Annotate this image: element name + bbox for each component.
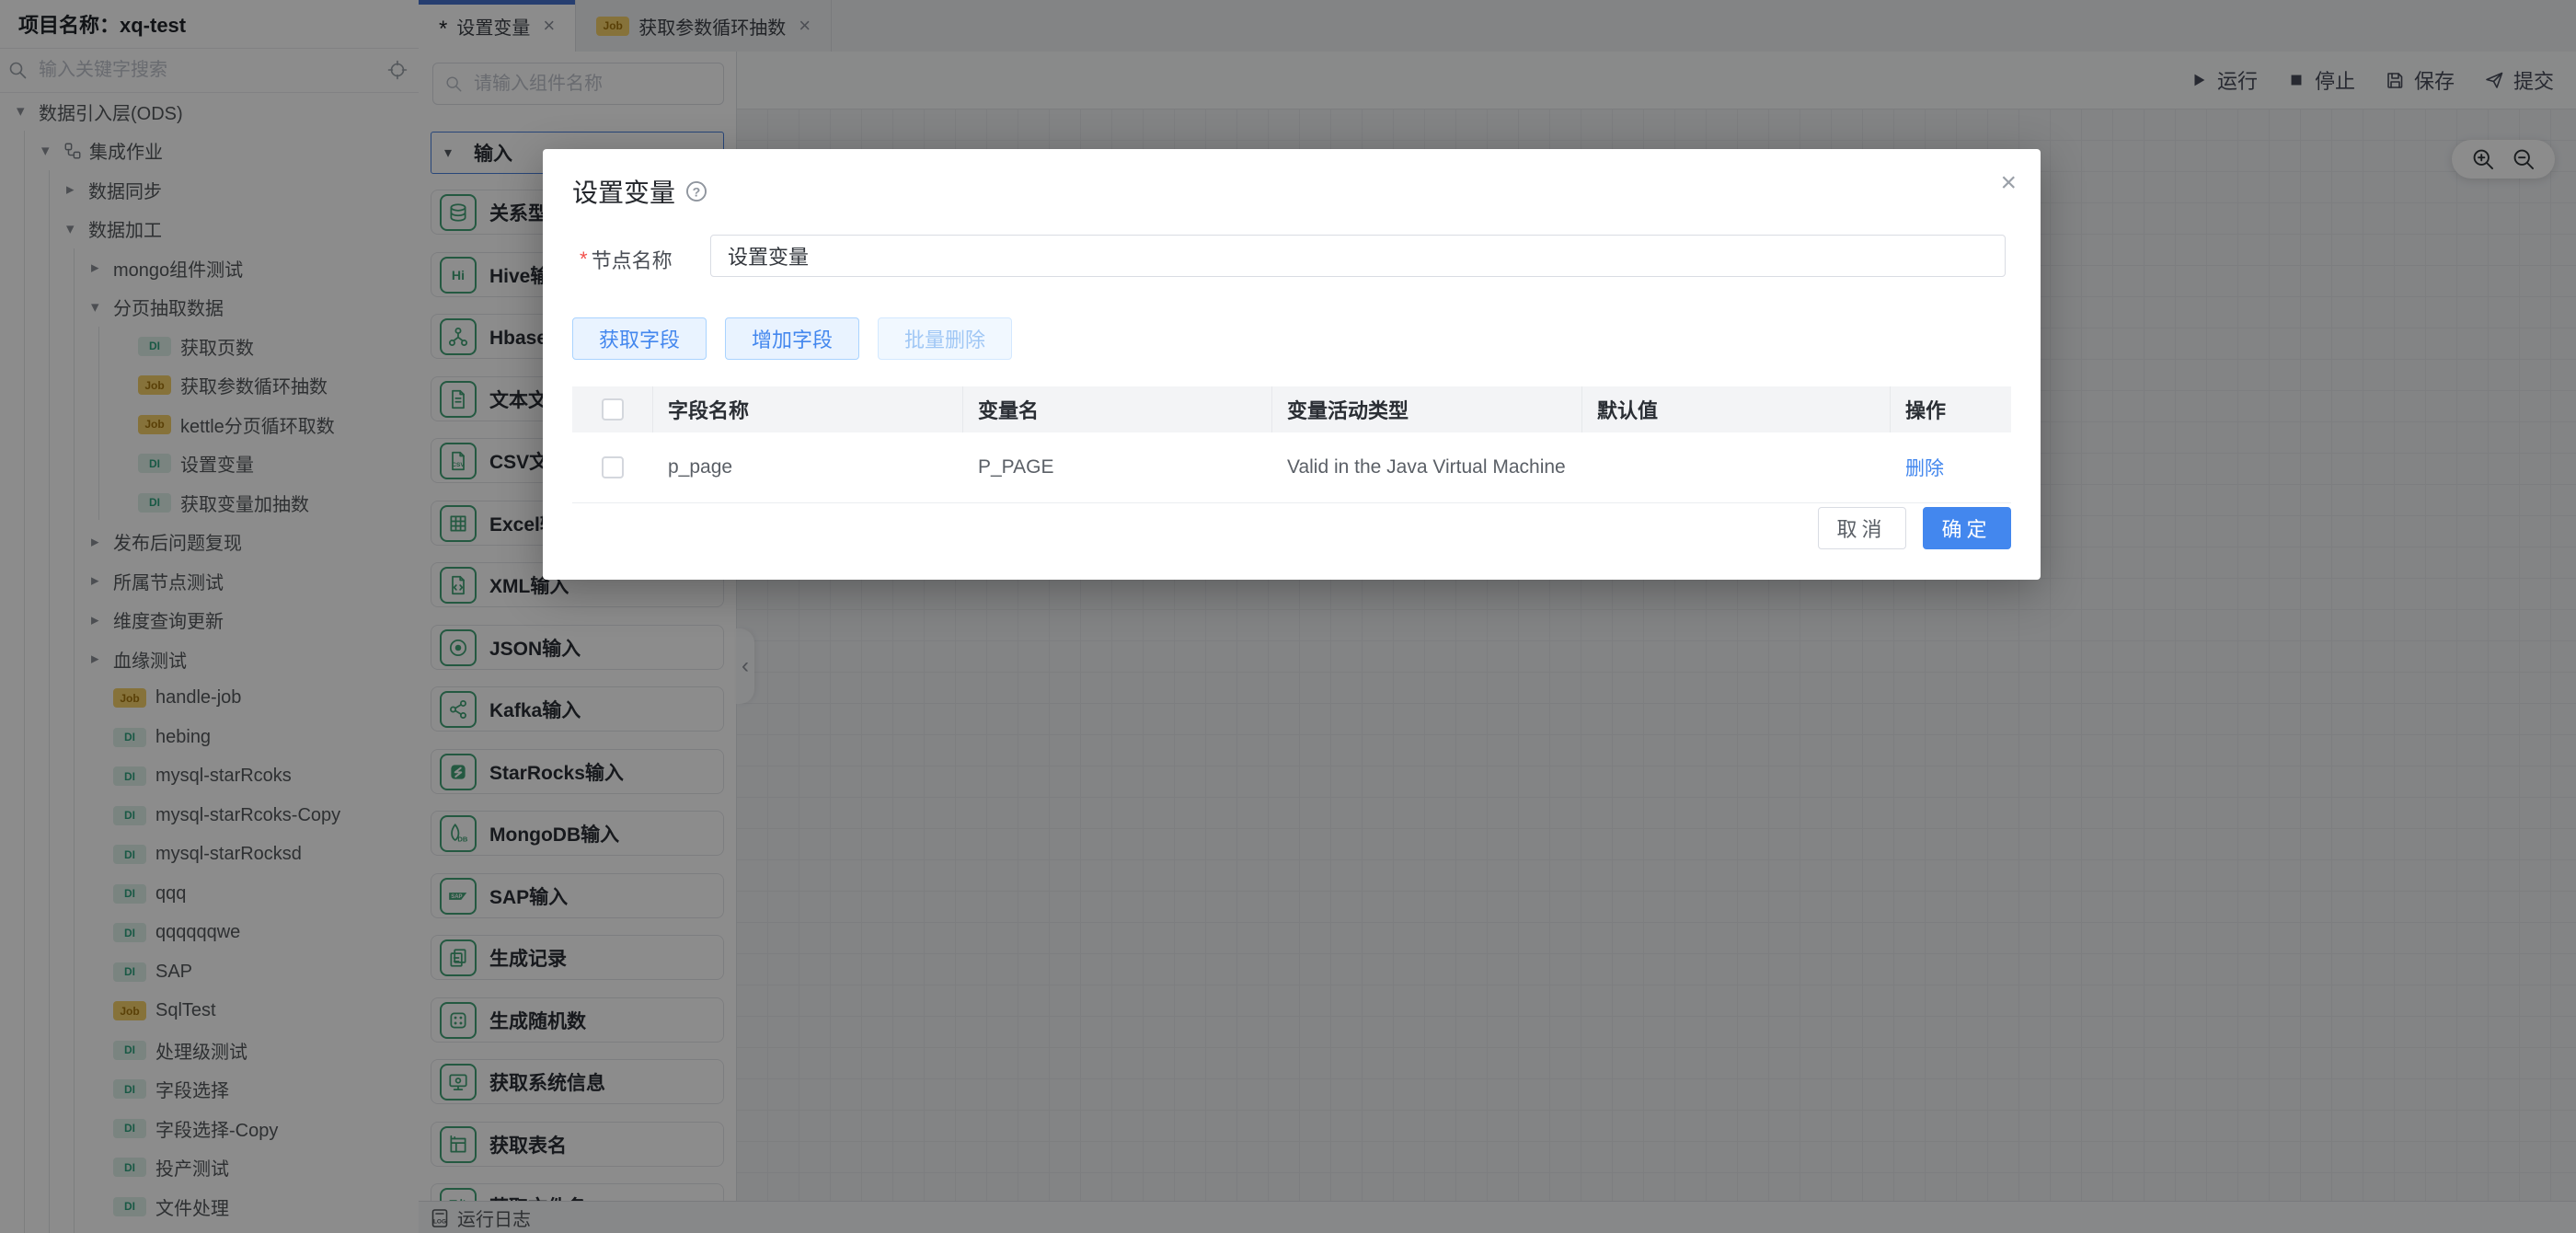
dialog-action-buttons: 获取字段增加字段批量删除 xyxy=(572,317,1012,360)
cell-variable-scope: Valid in the Java Virtual Machine xyxy=(1272,432,1582,502)
node-name-input[interactable] xyxy=(710,235,2006,277)
col-variable-scope: 变量活动类型 xyxy=(1272,386,1582,432)
cancel-button[interactable]: 取消 xyxy=(1818,507,1906,549)
col-default-value: 默认值 xyxy=(1582,386,1891,432)
required-asterisk: * xyxy=(580,248,588,271)
delete-row-link[interactable]: 删除 xyxy=(1905,454,1944,481)
cell-default-value xyxy=(1582,432,1891,502)
row-checkbox[interactable] xyxy=(602,456,624,478)
close-icon[interactable]: × xyxy=(2000,169,2017,197)
dialog-title: 设置变量 xyxy=(572,173,675,210)
variable-table-body: p_pageP_PAGEValid in the Java Virtual Ma… xyxy=(572,432,2011,503)
variable-table-header: 字段名称 变量名 变量活动类型 默认值 操作 xyxy=(572,386,2011,432)
batch-delete-button: 批量删除 xyxy=(878,317,1012,360)
col-field-name: 字段名称 xyxy=(653,386,963,432)
svg-text:?: ? xyxy=(693,185,701,200)
dialog-footer: 取消 确定 xyxy=(1818,507,2011,549)
variable-table: 字段名称 变量名 变量活动类型 默认值 操作 p_pageP_PAGEValid… xyxy=(572,386,2011,503)
app-root: 项目名称：xq-test ▾数据引入层(ODS)▾集成作业▸数据同步▾数据加工▸… xyxy=(0,0,2576,1233)
add-field-button[interactable]: 增加字段 xyxy=(725,317,859,360)
help-icon[interactable]: ? xyxy=(684,179,708,203)
col-variable-name: 变量名 xyxy=(963,386,1272,432)
select-all-checkbox[interactable] xyxy=(602,398,624,421)
cell-field-name: p_page xyxy=(653,432,963,502)
cell-variable-name: P_PAGE xyxy=(963,432,1272,502)
col-action: 操作 xyxy=(1891,386,2011,432)
variable-table-row-0: p_pageP_PAGEValid in the Java Virtual Ma… xyxy=(572,432,2011,503)
ok-button[interactable]: 确定 xyxy=(1923,507,2011,549)
set-variable-dialog: 设置变量 ? × * 节点名称 获取字段增加字段批量删除 字段名称 变量名 变量… xyxy=(543,149,2041,580)
get-fields-button[interactable]: 获取字段 xyxy=(572,317,707,360)
node-name-field-label: * 节点名称 xyxy=(580,245,673,274)
